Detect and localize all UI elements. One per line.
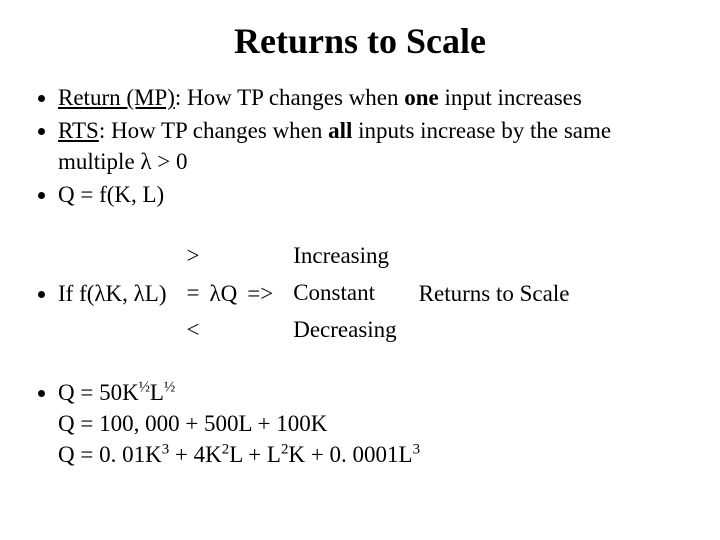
text: L bbox=[150, 380, 164, 405]
label-decreasing: Decreasing bbox=[293, 312, 396, 349]
condition-value: λQ bbox=[210, 278, 248, 309]
page-title: Returns to Scale bbox=[30, 20, 690, 62]
op-eq: = bbox=[187, 275, 200, 312]
label-increasing: Increasing bbox=[293, 238, 396, 275]
text: : How TP changes when bbox=[175, 85, 404, 110]
list-item-examples: Q = 50K½L½ Q = 100, 000 + 500L + 100K Q … bbox=[58, 377, 690, 470]
text: + 4K bbox=[169, 442, 222, 467]
rts-condition: If f(λK, λL) > = < λQ => Increasing Cons… bbox=[58, 238, 690, 348]
text: Q = 50K bbox=[58, 380, 139, 405]
example-eq-1: Q = 50K½L½ bbox=[58, 377, 690, 408]
bullet-list: Return (MP): How TP changes when one inp… bbox=[30, 82, 690, 470]
emph-one: one bbox=[404, 85, 439, 110]
exponent: 3 bbox=[413, 441, 420, 457]
operator-stack: > = < bbox=[177, 238, 210, 348]
slide: Returns to Scale Return (MP): How TP cha… bbox=[0, 0, 720, 540]
equation-production: Q = f(K, L) bbox=[58, 182, 164, 207]
term-rts: RTS bbox=[58, 118, 99, 143]
exponent: ½ bbox=[139, 379, 150, 395]
example-eq-3: Q = 0. 01K3 + 4K2L + L2K + 0. 0001L3 bbox=[58, 439, 690, 470]
text: L + L bbox=[229, 442, 281, 467]
list-item: RTS: How TP changes when all inputs incr… bbox=[58, 115, 690, 177]
label-constant: Constant bbox=[293, 275, 396, 312]
list-item: Return (MP): How TP changes when one inp… bbox=[58, 82, 690, 113]
text: input increases bbox=[439, 85, 582, 110]
condition-suffix: Returns to Scale bbox=[407, 278, 570, 309]
condition-prefix: If f(λK, λL) bbox=[58, 278, 177, 309]
op-gt: > bbox=[187, 238, 200, 275]
op-lt: < bbox=[187, 312, 200, 349]
example-eq-2: Q = 100, 000 + 500L + 100K bbox=[58, 408, 690, 439]
exponent: ½ bbox=[164, 379, 175, 395]
list-item-condition: If f(λK, λL) > = < λQ => Increasing Cons… bbox=[58, 238, 690, 348]
text: Q = 0. 01K bbox=[58, 442, 162, 467]
condition-arrow: => bbox=[247, 278, 283, 309]
label-stack: Increasing Constant Decreasing bbox=[283, 238, 406, 348]
emph-all: all bbox=[328, 118, 352, 143]
list-item: Q = f(K, L) bbox=[58, 179, 690, 210]
text: K + 0. 0001L bbox=[288, 442, 412, 467]
text: : How TP changes when bbox=[99, 118, 328, 143]
term-return-mp: Return (MP) bbox=[58, 85, 175, 110]
